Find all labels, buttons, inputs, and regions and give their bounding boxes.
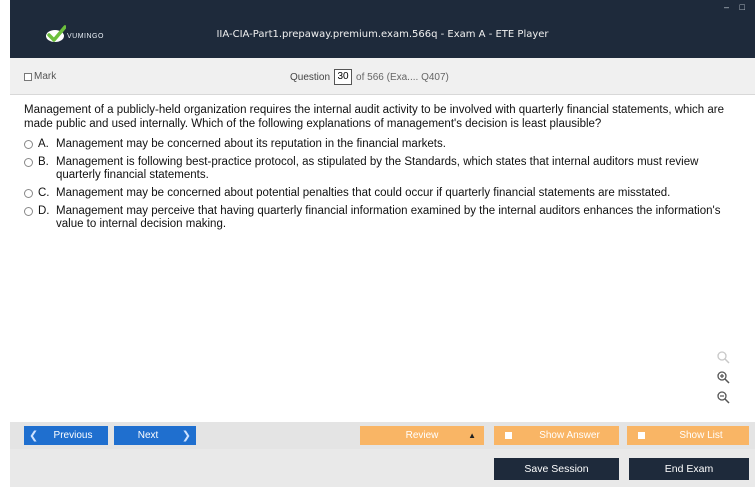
previous-label: Previous <box>53 430 93 441</box>
option-text: Management may be concerned about potent… <box>56 187 671 199</box>
question-total: of 566 (Exa.... Q407) <box>356 71 449 83</box>
show-answer-label: Show Answer <box>539 430 600 441</box>
question-bar: Mark Question 30 of 566 (Exa.... Q407) <box>10 58 755 95</box>
search-icon[interactable] <box>716 350 730 364</box>
window-controls[interactable]: – □ <box>724 2 749 12</box>
radio-icon[interactable] <box>24 140 33 149</box>
question-content: Management of a publicly-held organizati… <box>24 103 739 236</box>
chevron-right-icon: ❯ <box>181 430 191 442</box>
review-label: Review <box>405 430 439 441</box>
option-letter: C. <box>38 187 50 199</box>
option-text: Management may perceive that having quar… <box>56 205 721 230</box>
title-bar: VUMINGO IIA-CIA-Part1.prepaway.premium.e… <box>10 0 755 58</box>
radio-icon[interactable] <box>24 207 33 216</box>
radio-icon[interactable] <box>24 158 33 167</box>
zoom-controls <box>716 350 730 410</box>
option-text: Management is following best-practice pr… <box>56 156 699 181</box>
mark-label: Mark <box>34 71 57 82</box>
show-list-label: Show List <box>679 430 723 441</box>
question-number-input[interactable]: 30 <box>334 69 353 85</box>
zoom-out-icon[interactable] <box>716 390 730 404</box>
checkbox-icon[interactable] <box>24 72 32 81</box>
answer-options: A. Management may be concerned about its… <box>24 138 739 231</box>
previous-button[interactable]: ❮ Previous <box>24 426 108 445</box>
next-label: Next <box>137 430 159 441</box>
next-button[interactable]: Next ❯ <box>114 426 196 445</box>
option-letter: A. <box>38 138 49 150</box>
end-exam-button[interactable]: End Exam <box>629 458 749 480</box>
session-bar: Save Session End Exam <box>10 449 755 487</box>
save-session-button[interactable]: Save Session <box>494 458 619 480</box>
question-label: Question <box>290 71 331 83</box>
mark-checkbox[interactable]: Mark <box>24 71 56 82</box>
question-navigator: Question 30 of 566 (Exa.... Q407) <box>290 69 449 85</box>
option-c[interactable]: C. Management may be concerned about pot… <box>24 187 739 200</box>
option-b[interactable]: B. Management is following best-practice… <box>24 156 739 182</box>
option-text: Management may be concerned about its re… <box>56 138 446 150</box>
checkbox-icon <box>638 432 645 439</box>
review-button[interactable]: Review ▲ <box>360 426 484 445</box>
window-title: IIA-CIA-Part1.prepaway.premium.exam.566q… <box>216 29 549 40</box>
option-d[interactable]: D. Management may perceive that having q… <box>24 205 739 231</box>
caret-up-icon: ▲ <box>468 431 476 440</box>
checkbox-icon <box>505 432 512 439</box>
show-answer-button[interactable]: Show Answer <box>494 426 619 445</box>
option-letter: D. <box>38 205 50 217</box>
chevron-left-icon: ❮ <box>29 430 39 442</box>
question-text: Management of a publicly-held organizati… <box>24 104 724 130</box>
option-a[interactable]: A. Management may be concerned about its… <box>24 138 739 151</box>
navigation-toolbar: ❮ Previous Next ❯ Review ▲ Show Answer S… <box>10 422 755 449</box>
zoom-in-icon[interactable] <box>716 370 730 384</box>
option-letter: B. <box>38 156 49 168</box>
show-list-button[interactable]: Show List <box>627 426 749 445</box>
radio-icon[interactable] <box>24 189 33 198</box>
